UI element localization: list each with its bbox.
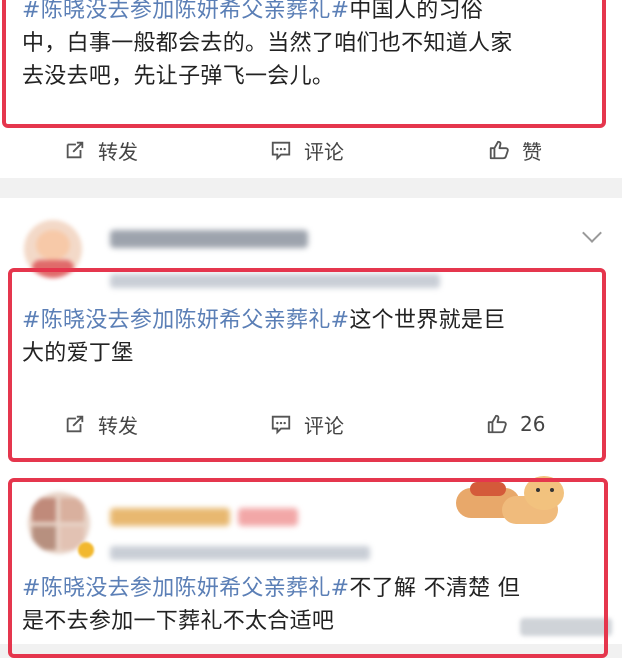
post-text-1-line3: 去没去吧，先让子弹飞一会儿。 [22,64,335,89]
comment-icon [271,415,291,435]
like-button-1[interactable]: 赞 [488,130,542,170]
repost-button-1[interactable]: 转发 [64,130,138,170]
repost-label-1: 转发 [98,139,138,164]
post-card-1: #陈晓没去参加陈妍希父亲葬礼#中国人的习俗 中，白事一般都会去的。当然了咱们也不… [0,0,622,178]
post-card-2: #陈晓没去参加陈妍希父亲葬礼#这个世界就是巨 大的爱丁堡 转发 评论 26 [0,198,622,470]
like-label-1: 赞 [522,139,542,164]
post-text-1-line2: 中，白事一般都会去的。当然了咱们也不知道人家 [22,31,513,56]
username-blurred[interactable] [110,230,308,248]
post-text-2: #陈晓没去参加陈妍希父亲葬礼#这个世界就是巨 大的爱丁堡 [22,304,607,370]
chevron-down-icon[interactable] [582,223,602,243]
repost-icon [66,415,84,433]
like-icon [489,140,509,160]
post-text-1: #陈晓没去参加陈妍希父亲葬礼#中国人的习俗 中，白事一般都会去的。当然了咱们也不… [22,0,607,93]
action-bar-2: 转发 评论 26 [0,404,622,444]
like-icon [487,414,507,434]
action-bar-1: 转发 评论 赞 [0,130,622,170]
comment-button-2[interactable]: 评论 [270,404,344,444]
repost-button-2[interactable]: 转发 [64,404,138,444]
comment-icon [271,141,291,161]
topic-link-1[interactable]: #陈晓没去参加陈妍希父亲葬礼# [22,0,349,23]
comment-button-1[interactable]: 评论 [270,130,344,170]
post-text-2-line1: 这个世界就是巨 [349,308,506,333]
comment-label-2: 评论 [304,413,344,438]
like-button-2[interactable]: 26 [486,404,545,444]
like-count-2: 26 [520,412,546,436]
repost-icon [66,141,84,159]
highlight-box-3 [8,478,608,658]
post-text-1-line1: 中国人的习俗 [349,0,484,23]
comment-label-1: 评论 [304,139,344,164]
topic-link-2[interactable]: #陈晓没去参加陈妍希父亲葬礼# [22,308,349,333]
repost-label-2: 转发 [98,413,138,438]
post-text-2-line2: 大的爱丁堡 [22,341,134,366]
